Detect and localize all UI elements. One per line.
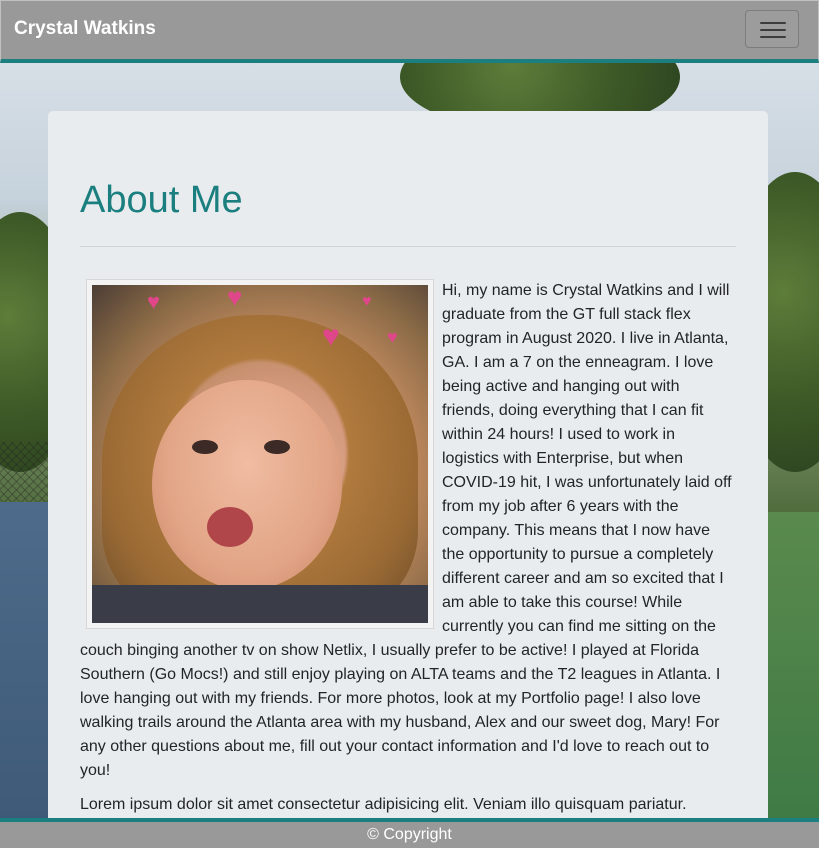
about-card: About Me ♥ ♥ ♥ ♥ ♥ Hi, my name is Crysta… <box>48 111 768 831</box>
navbar-toggle-button[interactable] <box>745 10 799 48</box>
profile-photo: ♥ ♥ ♥ ♥ ♥ <box>86 279 434 629</box>
page-title: About Me <box>80 179 243 221</box>
navbar: Crystal Watkins <box>0 0 819 63</box>
copyright-text: © Copyright <box>367 826 452 843</box>
brand-link[interactable]: Crystal Watkins <box>14 18 156 40</box>
divider <box>80 246 736 247</box>
about-paragraph-2: Lorem ipsum dolor sit amet consectetur a… <box>80 796 687 813</box>
footer: © Copyright <box>0 818 819 848</box>
about-content: ♥ ♥ ♥ ♥ ♥ Hi, my name is Crystal Watkins… <box>80 279 736 827</box>
